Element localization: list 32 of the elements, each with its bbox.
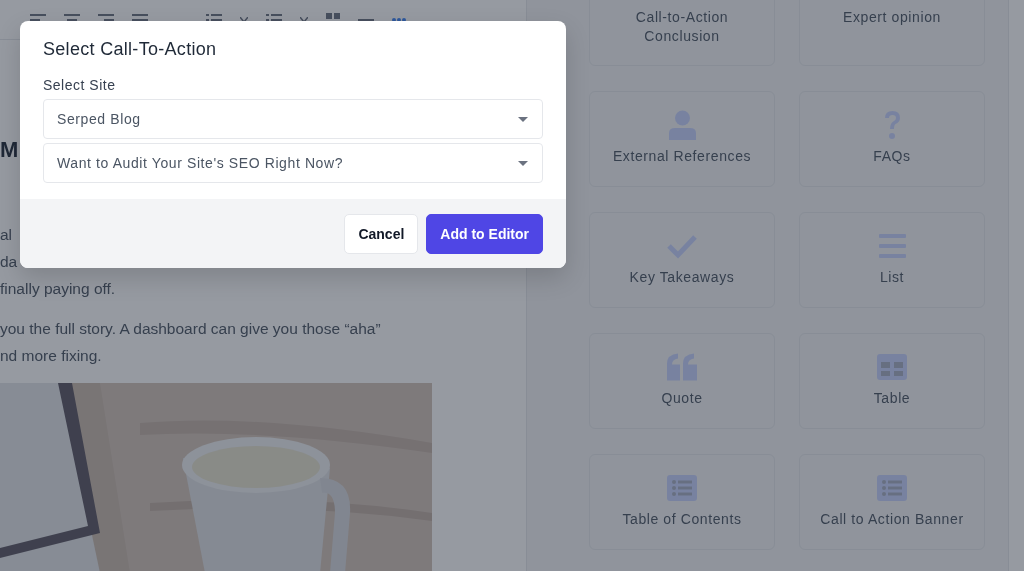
dropdown-caret-icon [518, 116, 528, 122]
caret-icon[interactable] [240, 16, 248, 23]
table-icon [877, 352, 907, 382]
block-card[interactable]: Call to Action Banner [799, 454, 985, 550]
paragraph-line: finally paying off. [0, 279, 116, 299]
paragraph-line: nd more fixing. [0, 346, 102, 366]
dropdown-field[interactable]: Serped Blog [43, 99, 543, 139]
bulleted-list-icon [667, 473, 697, 503]
quote-icon [667, 352, 697, 382]
paragraph-line: al [0, 225, 13, 245]
block-card[interactable]: Table [799, 333, 985, 429]
block-card[interactable]: Table of Contents [589, 454, 775, 550]
block-card[interactable]: External References [589, 91, 775, 187]
block-card[interactable]: Call-to-Action Conclusion [589, 0, 775, 66]
caret-icon[interactable] [300, 16, 308, 23]
block-card[interactable]: Expert opinion [799, 0, 985, 66]
dropdown-field[interactable]: Want to Audit Your Site's SEO Right Now? [43, 143, 543, 183]
block-card[interactable]: List [799, 212, 985, 308]
bulleted-list-icon [877, 473, 907, 503]
block-card[interactable]: Key Takeaways [589, 212, 775, 308]
block-card[interactable]: Quote [589, 333, 775, 429]
paragraph-line: you the full story. A dashboard can give you those “aha” [0, 319, 381, 339]
dialog-title: Select Call-To-Action [43, 38, 218, 61]
field-label: Select Site [43, 76, 117, 94]
article-heading: M [0, 136, 19, 164]
list-icon [878, 231, 906, 261]
cancel-button[interactable]: Cancel [344, 213, 419, 254]
person-icon [668, 110, 696, 140]
add-button[interactable]: Add to Editor [426, 213, 543, 254]
dropdown-caret-icon [518, 160, 528, 166]
paragraph-line: da [0, 252, 18, 272]
block-card[interactable]: FAQs [799, 91, 985, 187]
